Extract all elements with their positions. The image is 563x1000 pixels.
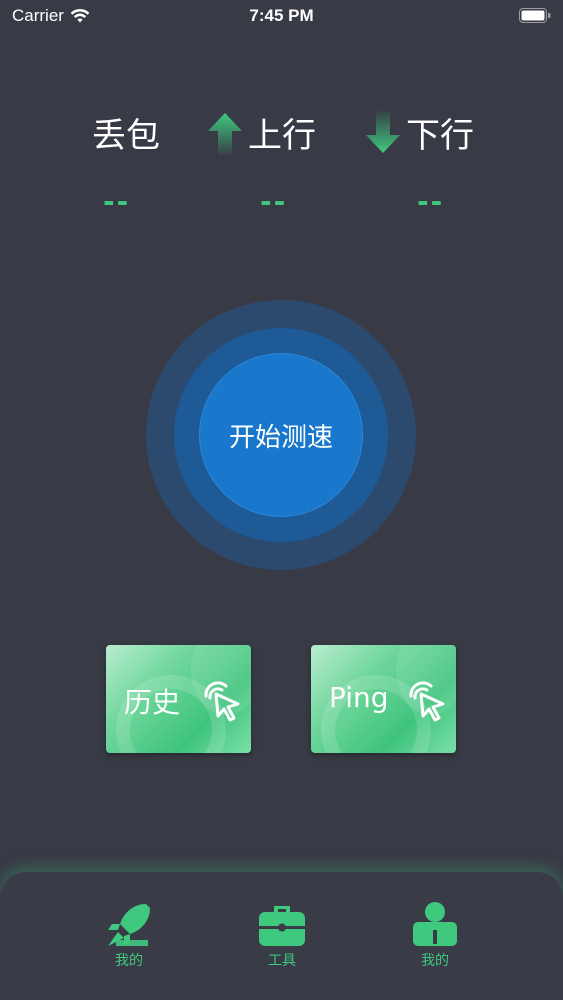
download-value: -- xyxy=(417,185,445,218)
packet-loss-label: 丢包 xyxy=(92,108,160,157)
tab-bar: 我的 工具 我的 xyxy=(0,872,563,1000)
tap-cursor-icon xyxy=(204,681,240,722)
upload-value: -- xyxy=(260,185,288,218)
start-button-label: 开始测速 xyxy=(228,422,333,453)
tab-label: 我的 xyxy=(115,953,143,969)
tab-label: 我的 xyxy=(421,953,449,969)
ping-label: Ping xyxy=(329,681,389,714)
upload-arrow-icon xyxy=(208,112,242,155)
status-time: 7:45 PM xyxy=(249,6,314,25)
ping-card-button[interactable]: Ping xyxy=(311,645,456,753)
upload-text: 上行 xyxy=(248,116,316,156)
stats-values: -- -- -- xyxy=(0,185,563,225)
tab-speed-test[interactable]: 我的 xyxy=(89,900,169,980)
history-label: 历史 xyxy=(124,686,181,719)
toolbox-icon xyxy=(259,906,305,946)
download-arrow-icon xyxy=(366,110,400,153)
status-bar: Carrier 7:45 PM xyxy=(0,0,563,32)
tab-profile[interactable]: 我的 xyxy=(395,900,475,980)
packet-loss-value: -- xyxy=(103,185,131,218)
history-card-button[interactable]: 历史 xyxy=(106,645,251,753)
rocket-icon xyxy=(108,904,150,946)
download-label: 下行 xyxy=(364,108,474,157)
tab-label: 工具 xyxy=(268,953,296,969)
battery-icon xyxy=(519,8,551,23)
packet-loss-text: 丢包 xyxy=(92,116,160,156)
user-icon xyxy=(413,902,457,946)
download-text: 下行 xyxy=(406,116,474,156)
tab-tools[interactable]: 工具 xyxy=(242,900,322,980)
upload-label: 上行 xyxy=(206,108,316,157)
start-speed-test-button[interactable]: 开始测速 xyxy=(199,353,363,517)
stats-header: 丢包 上行 下行 xyxy=(0,100,563,160)
tap-cursor-icon xyxy=(409,681,445,722)
